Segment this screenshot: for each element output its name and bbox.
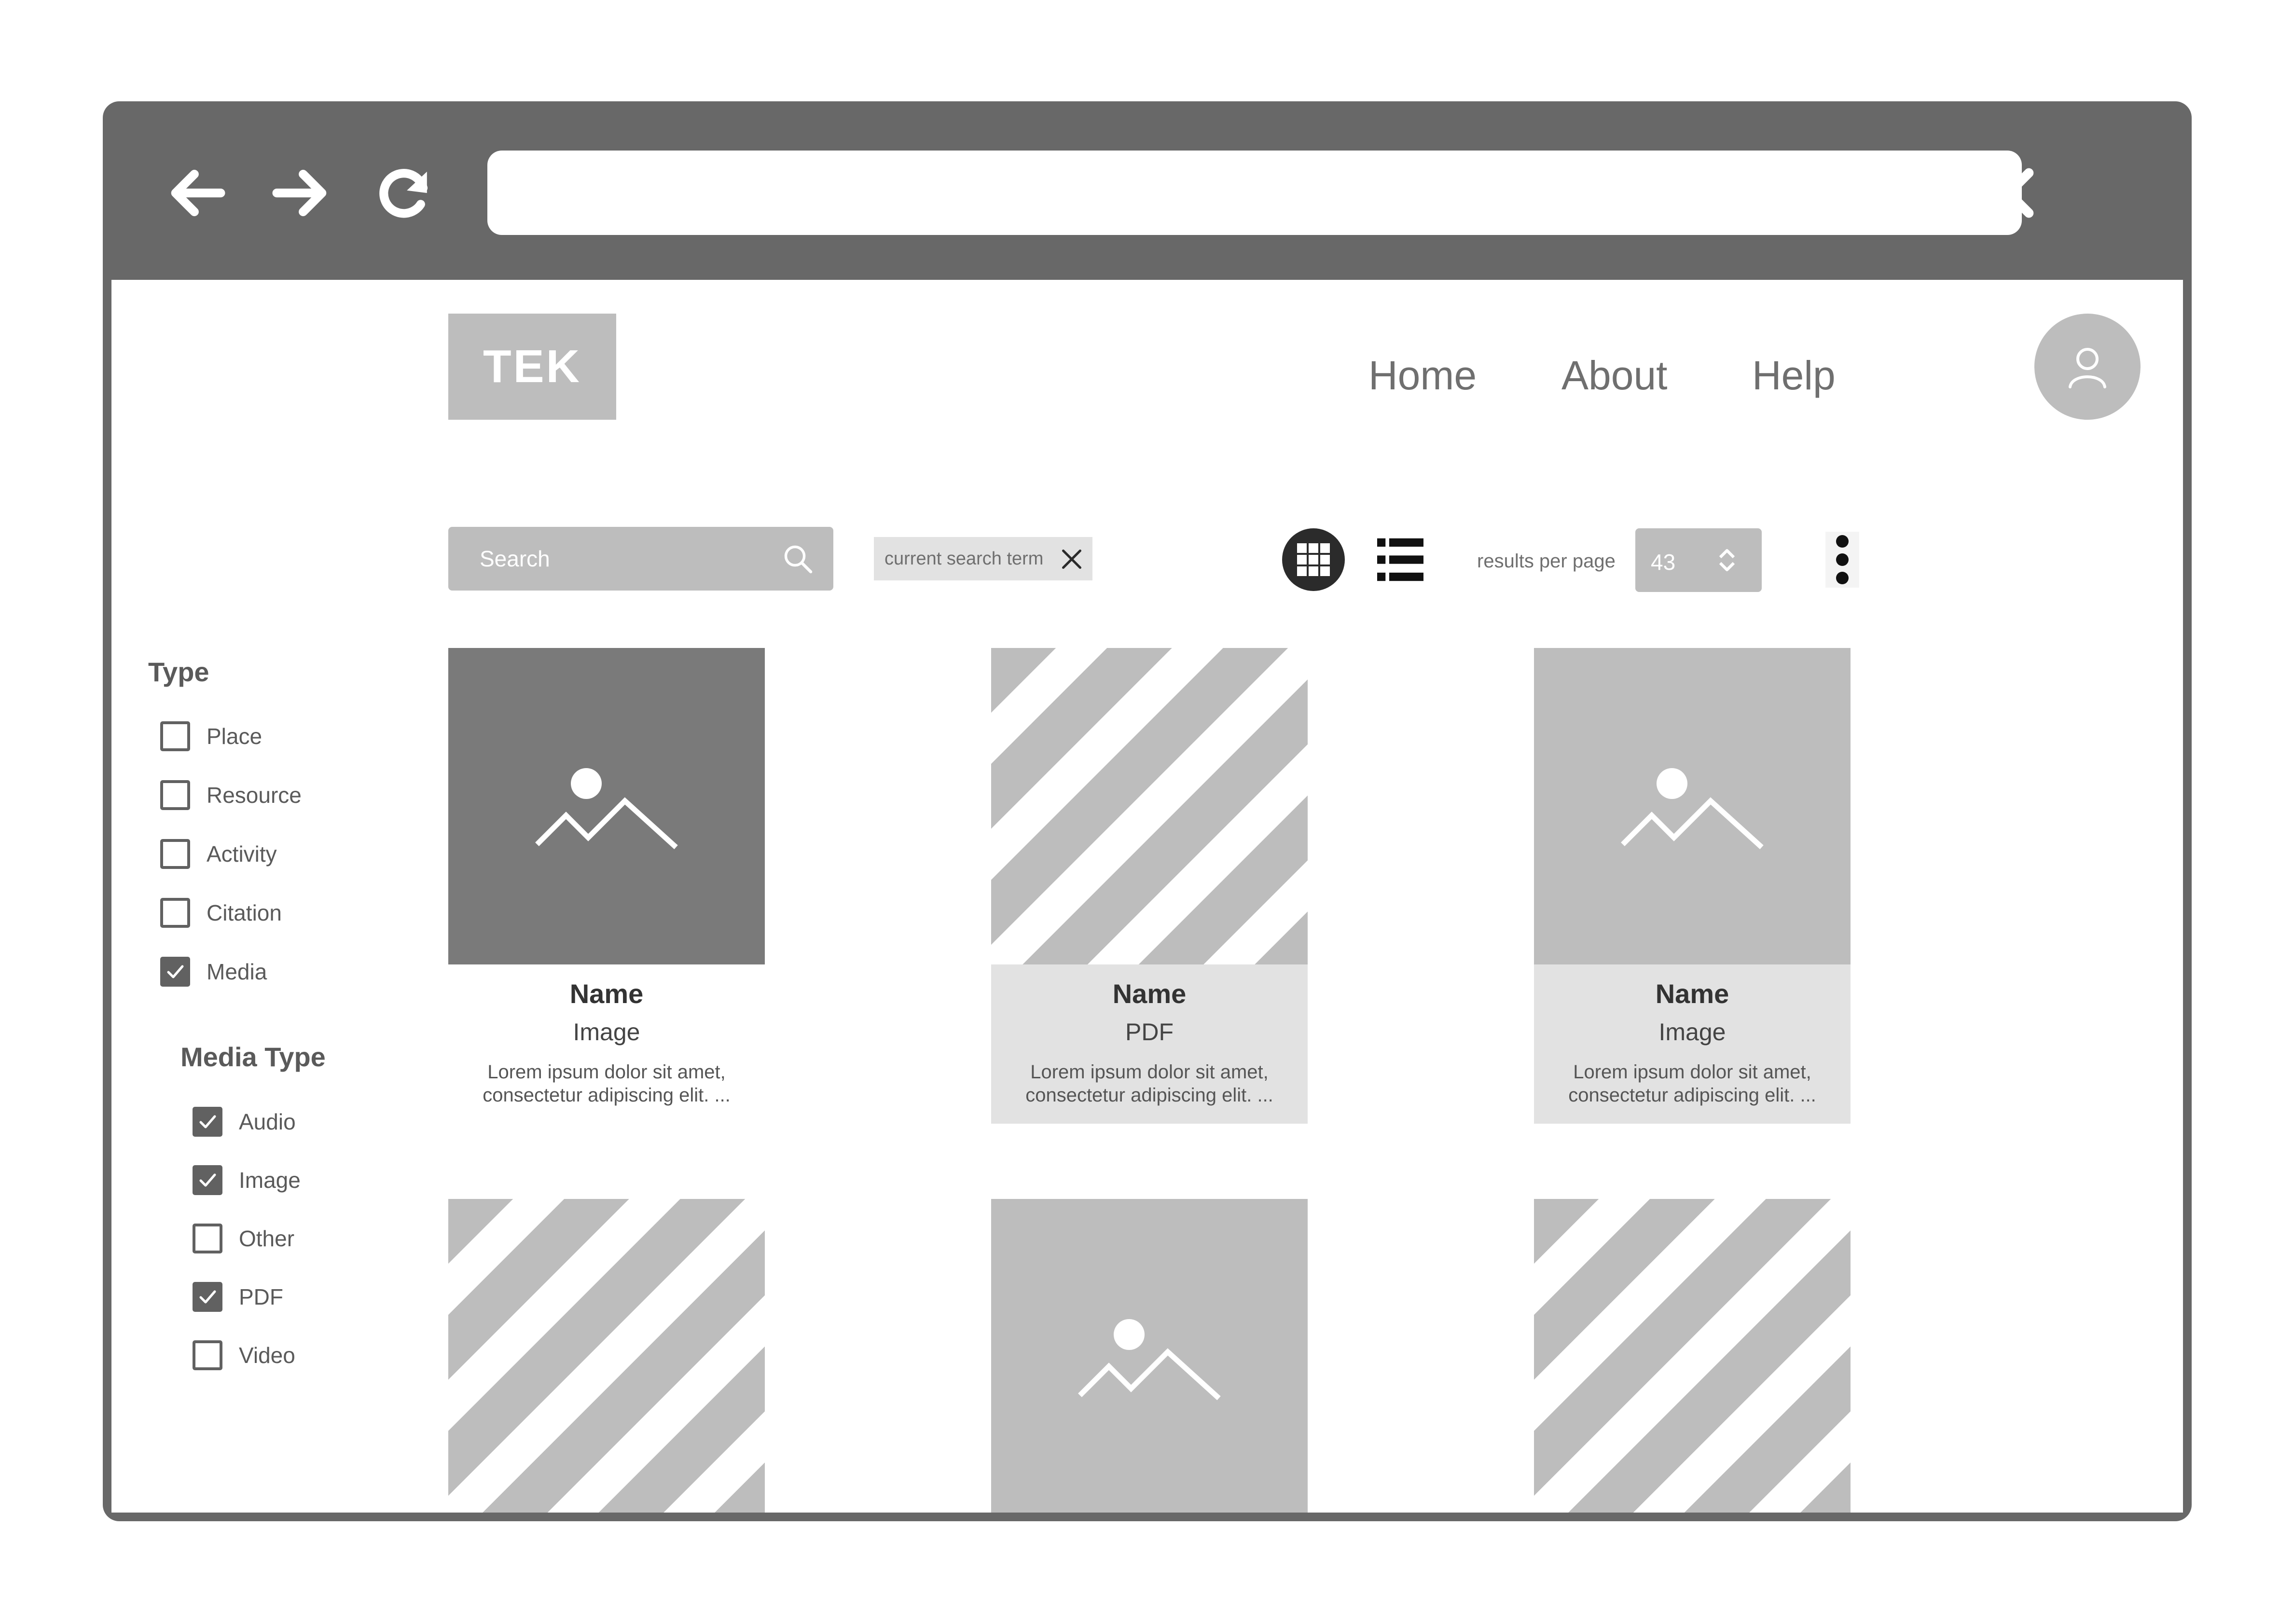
search-icon[interactable] (781, 542, 814, 575)
reload-icon (379, 169, 428, 218)
result-card[interactable]: Name Image Lorem ipsum dolor sit amet, con… (1534, 648, 1851, 1124)
nav-link-about[interactable]: About (1561, 352, 1668, 399)
user-avatar[interactable] (2034, 314, 2141, 420)
checkbox[interactable] (160, 780, 190, 810)
card-type: Image (573, 1018, 640, 1046)
filter-option-label: Image (239, 1168, 301, 1193)
result-card[interactable] (1534, 1199, 1851, 1513)
card-description: Lorem ipsum dolor sit amet, consectetur … (1568, 1061, 1816, 1106)
close-icon (1984, 168, 2034, 218)
filter-option-activity[interactable]: Activity (160, 839, 277, 869)
page-viewport: TEK Home About Help current search term (111, 280, 2183, 1513)
filter-option-label: Place (207, 724, 262, 749)
checkbox[interactable] (193, 1340, 222, 1370)
results-per-page-select[interactable]: 43 (1635, 528, 1762, 592)
result-card[interactable] (448, 1199, 765, 1513)
close-icon[interactable] (1061, 548, 1083, 570)
filter-option-video[interactable]: Video (193, 1340, 295, 1370)
image-placeholder-icon (1078, 1319, 1221, 1401)
arrow-right-icon (272, 169, 327, 217)
thumbnail-image[interactable] (448, 648, 765, 964)
thumbnail-placeholder[interactable] (448, 1199, 765, 1513)
filter-option-image[interactable]: Image (193, 1165, 301, 1195)
result-card[interactable] (991, 1199, 1308, 1513)
filter-option-label: Resource (207, 783, 302, 808)
filter-option-label: Media (207, 959, 267, 984)
user-icon (2069, 348, 2106, 388)
address-bar[interactable] (487, 151, 2022, 235)
filter-option-media[interactable]: Media (160, 957, 267, 987)
checkbox[interactable] (160, 721, 190, 751)
thumbnail-placeholder[interactable] (991, 648, 1308, 964)
forward-button[interactable] (269, 162, 332, 224)
stepper-arrows-icon (1719, 549, 1735, 571)
search-input[interactable] (448, 527, 776, 591)
result-card[interactable]: Name Image Lorem ipsum dolor sit amet, con… (448, 648, 765, 1124)
results-per-page-value: 43 (1651, 550, 1676, 575)
card-body: Name PDF Lorem ipsum dolor sit amet, conse… (991, 964, 1308, 1124)
result-card[interactable]: Name PDF Lorem ipsum dolor sit amet, conse… (991, 648, 1308, 1124)
filter-heading-media-type: Media Type (180, 1042, 326, 1072)
reload-button[interactable] (373, 162, 436, 224)
checkbox[interactable] (160, 898, 190, 928)
filter-option-label: Other (239, 1226, 295, 1251)
search-box (448, 527, 833, 591)
filter-option-audio[interactable]: Audio (193, 1107, 296, 1137)
filter-option-resource[interactable]: Resource (160, 780, 302, 810)
checkbox[interactable] (160, 957, 190, 987)
filter-option-label: Citation (207, 900, 282, 925)
card-body: Name Image Lorem ipsum dolor sit amet, con… (1534, 964, 1851, 1124)
nav-link-home[interactable]: Home (1368, 352, 1477, 399)
nav-link-help[interactable]: Help (1752, 352, 1836, 399)
more-vertical-icon (1825, 532, 1859, 588)
filter-option-label: PDF (239, 1284, 283, 1309)
search-term-label: current search term (884, 548, 1044, 569)
thumbnail-image[interactable] (991, 1199, 1308, 1513)
filter-option-label: Audio (239, 1109, 296, 1134)
checkmark-icon (199, 1173, 216, 1187)
image-placeholder-icon (535, 768, 678, 850)
card-name[interactable]: Name (1534, 978, 1851, 1009)
image-placeholder-icon (1621, 768, 1764, 850)
card-type: Image (1658, 1018, 1726, 1046)
checkbox[interactable] (193, 1107, 222, 1137)
filter-option-label: Activity (207, 841, 277, 867)
thumbnail-image[interactable] (1534, 648, 1851, 964)
filter-heading-type: Type (148, 657, 209, 687)
card-type: PDF (1125, 1018, 1174, 1046)
checkmark-icon (167, 965, 184, 978)
checkmark-icon (199, 1290, 216, 1304)
card-body: Name Image Lorem ipsum dolor sit amet, con… (448, 964, 765, 1124)
more-options-button[interactable] (1825, 532, 1859, 588)
browser-window: TEK Home About Help current search term (103, 101, 2192, 1521)
list-view-button[interactable] (1377, 537, 1424, 583)
filter-option-pdf[interactable]: PDF (193, 1282, 283, 1312)
filter-option-citation[interactable]: Citation (160, 898, 282, 928)
checkbox[interactable] (193, 1224, 222, 1253)
checkbox[interactable] (193, 1282, 222, 1312)
card-description: Lorem ipsum dolor sit amet, consectetur … (1025, 1061, 1273, 1106)
filter-option-other[interactable]: Other (193, 1224, 294, 1253)
checkbox[interactable] (160, 839, 190, 869)
filter-option-place[interactable]: Place (160, 721, 262, 751)
checkmark-icon (199, 1115, 216, 1129)
back-button[interactable] (166, 162, 228, 224)
logo[interactable]: TEK (448, 314, 616, 420)
checkbox[interactable] (193, 1165, 222, 1195)
thumbnail-placeholder[interactable] (1534, 1199, 1851, 1513)
search-term-chip: current search term (874, 537, 1092, 580)
close-window-button[interactable] (1977, 162, 2040, 224)
grid-view-icon (1297, 543, 1330, 576)
results-per-page-label: results per page (1477, 551, 1616, 572)
grid-view-button[interactable] (1282, 528, 1345, 591)
filter-option-label: Video (239, 1343, 295, 1368)
arrow-left-icon (171, 169, 225, 217)
list-view-icon (1377, 538, 1423, 581)
card-description: Lorem ipsum dolor sit amet, consectetur … (483, 1061, 731, 1106)
card-name[interactable]: Name (448, 978, 765, 1009)
card-name[interactable]: Name (991, 978, 1308, 1009)
